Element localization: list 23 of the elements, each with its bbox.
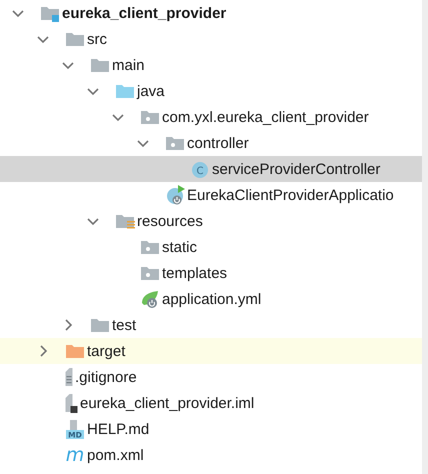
tree-item[interactable]: .gitignore xyxy=(0,364,422,390)
tree-item[interactable]: static xyxy=(0,234,422,260)
tree-item[interactable]: templates xyxy=(0,260,422,286)
tree-item[interactable]: application.yml xyxy=(0,286,422,312)
class-run-icon xyxy=(165,185,185,205)
maven-icon: m xyxy=(65,445,85,465)
file-icon xyxy=(65,393,78,413)
tree-item[interactable]: src xyxy=(0,26,422,52)
text-file-icon xyxy=(65,367,73,387)
tree-item[interactable]: test xyxy=(0,312,422,338)
class-icon: C xyxy=(190,159,210,179)
tree-item[interactable]: m pom.xml xyxy=(0,442,422,468)
tree-item[interactable]: C serviceProviderController xyxy=(0,156,422,182)
tree-item[interactable]: EurekaClientProviderApplicatio xyxy=(0,182,422,208)
tree-item[interactable]: com.yxl.eureka_client_provider xyxy=(0,104,422,130)
tree-item[interactable]: target xyxy=(0,338,422,364)
tree-item[interactable]: eureka_client_provider.iml xyxy=(0,390,422,416)
tree-item[interactable]: main xyxy=(0,52,422,78)
tree-item[interactable]: eureka_client_provider xyxy=(0,0,422,26)
tree-item[interactable]: java xyxy=(0,78,422,104)
leaf-icon xyxy=(140,289,160,309)
tree-item[interactable]: controller xyxy=(0,130,422,156)
tree-item[interactable]: resources xyxy=(0,208,422,234)
